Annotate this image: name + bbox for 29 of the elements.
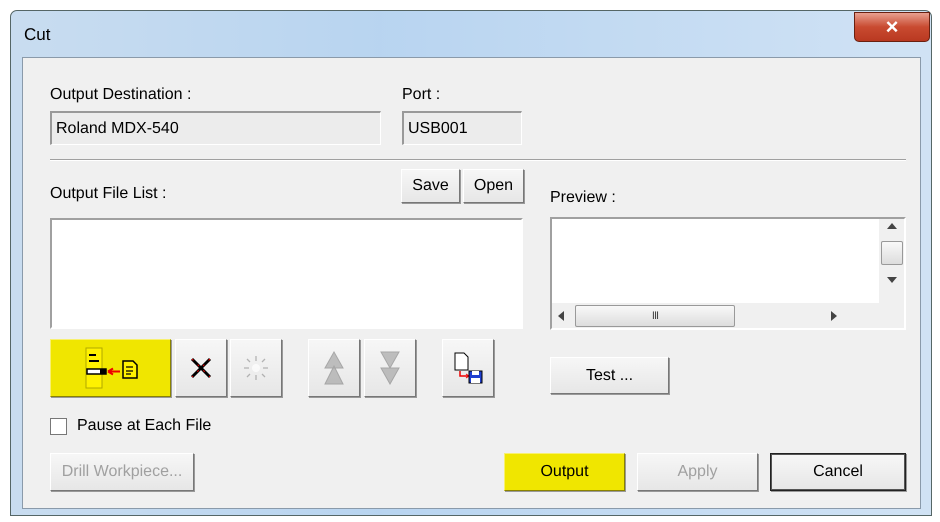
file-list[interactable]	[50, 218, 523, 329]
preview-label: Preview :	[550, 189, 616, 207]
scroll-right-icon[interactable]	[831, 310, 837, 320]
up-arrows-icon	[323, 351, 345, 385]
scroll-down-icon[interactable]	[886, 277, 896, 283]
open-button[interactable]: Open	[463, 169, 524, 203]
field-label: Output Destination :	[50, 86, 192, 104]
field-label: Port :	[402, 86, 442, 104]
port-field[interactable]: USB001	[402, 111, 522, 145]
checkbox-label: Pause at Each File	[77, 417, 212, 435]
scroll-up-icon[interactable]	[886, 223, 896, 229]
grip-mark: III	[652, 310, 658, 322]
dialog-button[interactable]: Cancel	[770, 453, 906, 491]
list-label: Output File List :	[50, 185, 166, 203]
dialog-button[interactable]: Output	[504, 453, 625, 491]
sparkle-icon	[242, 354, 270, 382]
save-button[interactable]: Save	[401, 169, 460, 203]
tool-button[interactable]	[50, 339, 171, 397]
close-button[interactable]: ×	[854, 12, 930, 42]
scroll-thumb[interactable]: III	[575, 304, 735, 326]
document-to-disk-icon	[452, 352, 484, 384]
checkbox[interactable]	[50, 418, 67, 434]
scroll-thumb[interactable]	[880, 241, 902, 265]
scroll-left-icon[interactable]	[558, 310, 564, 320]
destination-field[interactable]: Roland MDX-540	[50, 111, 381, 145]
cross-icon	[188, 355, 214, 381]
window-title: Cut	[24, 25, 50, 45]
test-button[interactable]: Test ...	[550, 357, 669, 394]
down-arrows-icon	[379, 351, 401, 385]
